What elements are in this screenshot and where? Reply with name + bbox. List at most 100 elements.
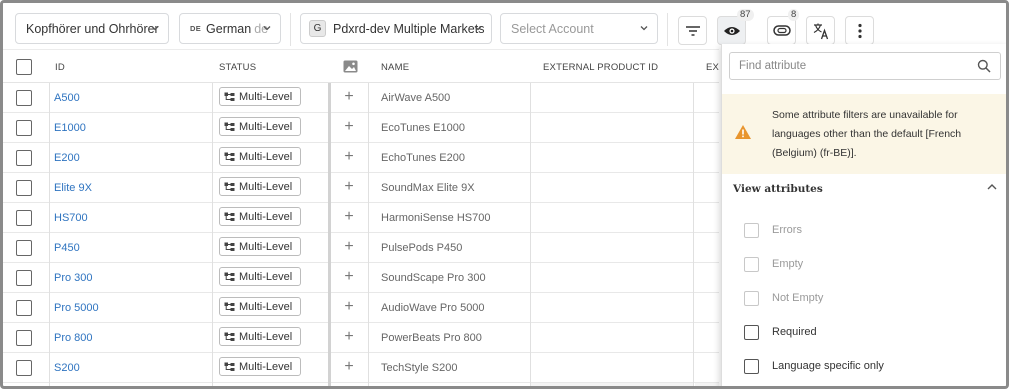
header-name[interactable]: NAME <box>381 62 409 73</box>
language-warning: Some attribute filters are unavailable f… <box>722 94 1006 174</box>
attribute-search-input[interactable]: Find attribute <box>729 52 1001 80</box>
more-icon <box>857 23 862 38</box>
product-name: HarmoniSense HS700 <box>381 212 491 224</box>
row-checkbox[interactable] <box>16 210 32 226</box>
hierarchy-icon <box>224 92 235 101</box>
toolbar: Kopfhörer und Ohrhörer DE German de G Pd… <box>3 3 1006 49</box>
add-image-icon[interactable]: + <box>343 238 355 256</box>
table-row[interactable]: A500 Multi-Level + AirWave A500 <box>3 83 719 113</box>
category-dropdown[interactable]: Kopfhörer und Ohrhörer <box>15 13 169 44</box>
table-row[interactable]: S200 Multi-Level + TechStyle S200 <box>3 353 719 383</box>
product-id-link[interactable]: Pro 800 <box>54 332 93 344</box>
product-id-link[interactable]: E1000 <box>54 122 86 134</box>
option-label: Errors <box>772 224 802 236</box>
toolbar-divider <box>667 13 668 46</box>
column-divider <box>530 83 531 386</box>
attribute-filter-option[interactable]: Language specific only <box>744 358 884 374</box>
add-image-icon[interactable]: + <box>343 148 355 166</box>
chevron-up-icon[interactable] <box>986 182 998 192</box>
row-checkbox[interactable] <box>16 240 32 256</box>
hierarchy-icon <box>224 272 235 281</box>
row-checkbox[interactable] <box>16 300 32 316</box>
option-checkbox <box>744 290 759 306</box>
attribute-filter-option[interactable]: Required <box>744 324 817 340</box>
row-checkbox[interactable] <box>16 330 32 346</box>
row-checkbox[interactable] <box>16 120 32 136</box>
translate-icon <box>813 23 828 39</box>
account-placeholder: Select Account <box>511 21 594 36</box>
warning-icon <box>735 125 751 139</box>
status-label: Multi-Level <box>239 300 293 313</box>
product-id-link[interactable]: Pro 5000 <box>54 302 99 314</box>
table-row[interactable]: HS700 Multi-Level + HarmoniSense HS700 <box>3 203 719 233</box>
hierarchy-icon <box>224 122 235 131</box>
add-image-icon[interactable]: + <box>343 178 355 196</box>
add-image-icon[interactable]: + <box>343 208 355 226</box>
status-badge: Multi-Level <box>219 297 301 316</box>
row-checkbox[interactable] <box>16 270 32 286</box>
more-options-button[interactable] <box>845 16 874 45</box>
header-external-product-id[interactable]: EXTERNAL PRODUCT ID <box>543 62 658 73</box>
row-checkbox[interactable] <box>16 180 32 196</box>
add-image-icon[interactable]: + <box>343 88 355 106</box>
image-icon <box>343 60 358 73</box>
search-icon <box>977 59 991 73</box>
table-row[interactable]: Elite 9X Multi-Level + SoundMax Elite 9X <box>3 173 719 203</box>
table-row[interactable]: Pro 800 Multi-Level + PowerBeats Pro 800 <box>3 323 719 353</box>
add-image-icon[interactable]: + <box>343 268 355 286</box>
row-checkbox[interactable] <box>16 360 32 376</box>
table-row[interactable]: Pro 5000 Multi-Level + AudioWave Pro 5000 <box>3 293 719 323</box>
add-image-icon[interactable]: + <box>343 118 355 136</box>
option-label: Language specific only <box>772 360 884 372</box>
product-id-link[interactable]: A500 <box>54 92 80 104</box>
app-window: Kopfhörer und Ohrhörer DE German de G Pd… <box>0 0 1009 389</box>
option-checkbox[interactable] <box>744 324 759 340</box>
option-checkbox <box>744 222 759 238</box>
header-ext-truncated[interactable]: EXT <box>706 62 719 73</box>
product-id-link[interactable]: S200 <box>54 362 80 374</box>
product-name: EcoTunes E1000 <box>381 122 465 134</box>
add-image-icon[interactable]: + <box>343 328 355 346</box>
column-divider <box>212 83 213 386</box>
product-id-link[interactable]: Pro 300 <box>54 272 93 284</box>
attribute-filter-option: Errors <box>744 222 802 238</box>
add-image-icon[interactable]: + <box>343 358 355 376</box>
header-status[interactable]: STATUS <box>219 62 256 73</box>
row-checkbox[interactable] <box>16 150 32 166</box>
warning-text: Some attribute filters are unavailable f… <box>772 109 962 159</box>
table-row[interactable]: E1000 Multi-Level + EcoTunes E1000 <box>3 113 719 143</box>
table-row[interactable]: P450 Multi-Level + PulsePods P450 <box>3 233 719 263</box>
add-image-icon[interactable]: + <box>343 298 355 316</box>
account-dropdown[interactable]: Select Account <box>500 13 658 44</box>
row-checkbox[interactable] <box>16 90 32 106</box>
status-label: Multi-Level <box>239 240 293 253</box>
filter-button[interactable] <box>678 16 707 45</box>
product-id-link[interactable]: HS700 <box>54 212 88 224</box>
product-name: AudioWave Pro 5000 <box>381 302 485 314</box>
product-id-link[interactable]: Elite 9X <box>54 182 92 194</box>
frozen-column-divider[interactable] <box>328 83 331 386</box>
status-badge: Multi-Level <box>219 327 301 346</box>
option-label: Not Empty <box>772 292 824 304</box>
chevron-down-icon <box>151 26 159 31</box>
chevron-down-icon <box>640 26 648 31</box>
attribute-filter-option: Not Empty <box>744 290 823 306</box>
language-dropdown[interactable]: DE German de <box>179 13 281 44</box>
table-row[interactable]: Pro 300 Multi-Level + SoundScape Pro 300 <box>3 263 719 293</box>
table-row[interactable]: E200 Multi-Level + EchoTunes E200 <box>3 143 719 173</box>
product-id-link[interactable]: E200 <box>54 152 80 164</box>
hierarchy-icon <box>224 212 235 221</box>
status-label: Multi-Level <box>239 330 293 343</box>
hierarchy-icon <box>224 362 235 371</box>
view-attributes-title: View attributes <box>733 183 823 195</box>
translate-button[interactable] <box>806 16 835 45</box>
header-id[interactable]: ID <box>55 62 65 73</box>
product-id-link[interactable]: P450 <box>54 242 80 254</box>
product-name: EchoTunes E200 <box>381 152 465 164</box>
option-checkbox[interactable] <box>744 358 759 374</box>
eye-count-badge: 87 <box>737 9 754 21</box>
market-dropdown[interactable]: G Pdxrd-dev Multiple Markets <box>300 13 492 44</box>
filter-icon <box>685 25 700 36</box>
hierarchy-icon <box>224 152 235 161</box>
select-all-checkbox[interactable] <box>16 59 32 75</box>
